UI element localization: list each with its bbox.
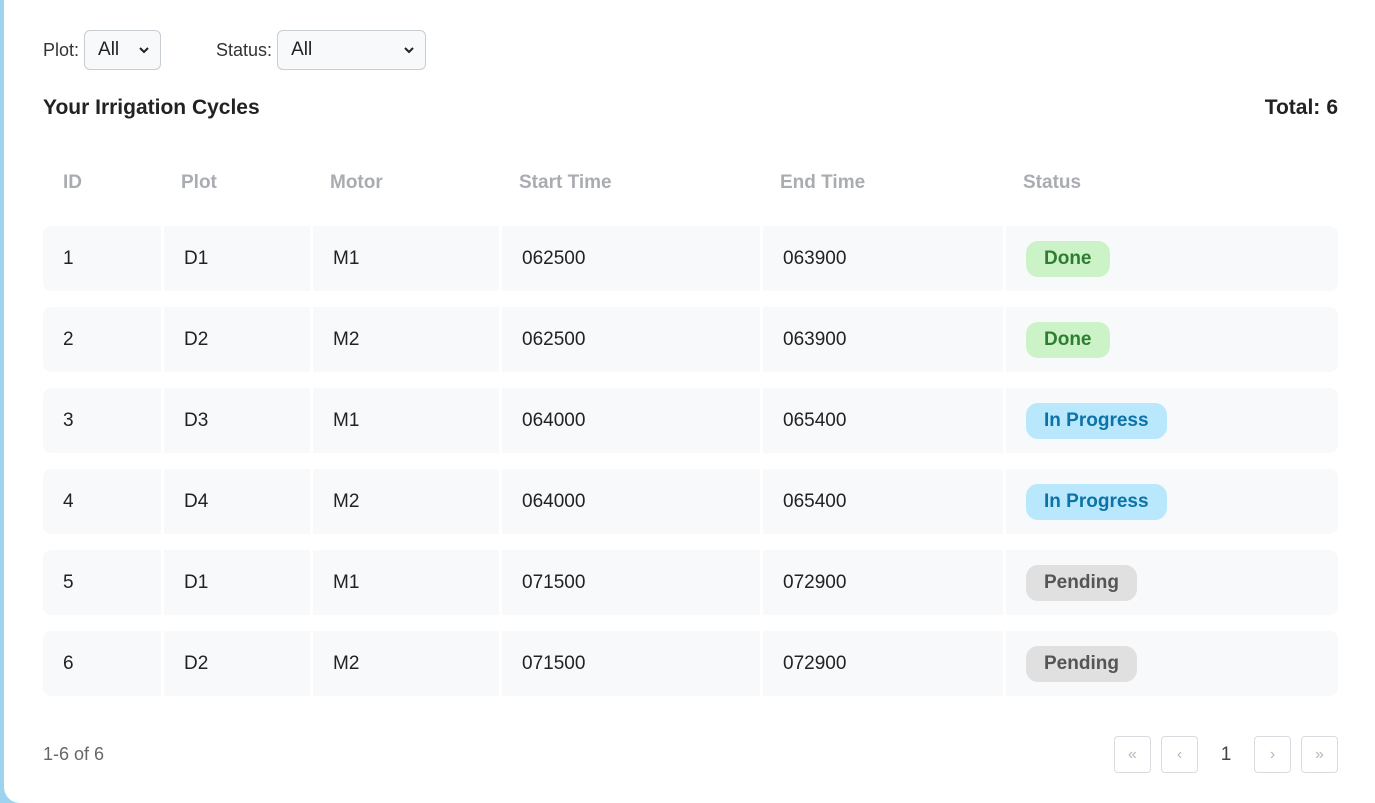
- chevron-down-icon: [404, 47, 414, 54]
- plot-filter-select[interactable]: All: [84, 30, 162, 70]
- cell-motor: M2: [310, 631, 499, 696]
- cell-end-time: 065400: [760, 388, 1003, 453]
- header-motor[interactable]: Motor: [310, 172, 499, 194]
- cell-id: 6: [63, 652, 74, 674]
- total-value: 6: [1326, 96, 1338, 119]
- status-filter-value: All: [291, 39, 313, 60]
- first-page-button[interactable]: «: [1114, 736, 1151, 773]
- table-body: 1 D1 M1 062500 063900 Done 2 D2 M2 062500 063900 Do…: [43, 226, 1338, 696]
- cell-status: In Progress: [1003, 469, 1338, 534]
- status-badge: In Progress: [1026, 402, 1167, 439]
- status-badge: Pending: [1026, 564, 1137, 601]
- cell-end-time: 065400: [760, 469, 1003, 534]
- cell-end-time: 063900: [760, 307, 1003, 372]
- header-plot[interactable]: Plot: [161, 172, 310, 194]
- plot-filter-value: All: [98, 39, 120, 60]
- cell-end-time: 072900: [760, 631, 1003, 696]
- table-row[interactable]: 1 D1 M1 062500 063900 Done: [43, 226, 1338, 291]
- last-page-button[interactable]: »: [1301, 736, 1338, 773]
- page-title: Your Irrigation Cycles: [43, 96, 260, 119]
- chevron-down-icon: [139, 47, 149, 54]
- cell-end-time: 063900: [760, 226, 1003, 291]
- cell-plot: D1: [161, 550, 310, 615]
- table-row[interactable]: 3 D3 M1 064000 065400 In Progress: [43, 388, 1338, 453]
- status-filter-select[interactable]: All: [277, 30, 427, 70]
- irrigation-panel: Plot: All Status: All Your Irrigation Cy…: [4, 0, 1375, 803]
- cell-plot: D1: [161, 226, 310, 291]
- cell-plot: D2: [161, 307, 310, 372]
- total-count: Total: 6: [1265, 96, 1338, 120]
- table-row[interactable]: 5 D1 M1 071500 072900 Pending: [43, 550, 1338, 615]
- next-page-button[interactable]: ›: [1254, 736, 1291, 773]
- cell-start-time: 062500: [499, 307, 760, 372]
- cell-id: 1: [63, 247, 74, 269]
- header-status[interactable]: Status: [1003, 172, 1338, 194]
- table-header: ID Plot Motor Start Time End Time Status: [43, 160, 1338, 206]
- cell-status: Pending: [1003, 631, 1338, 696]
- cell-status: Done: [1003, 226, 1338, 291]
- cell-start-time: 064000: [499, 469, 760, 534]
- cell-motor: M1: [310, 388, 499, 453]
- header-end-time[interactable]: End Time: [760, 172, 1003, 194]
- prev-page-button[interactable]: ‹: [1161, 736, 1198, 773]
- table-row[interactable]: 6 D2 M2 071500 072900 Pending: [43, 631, 1338, 696]
- status-badge: In Progress: [1026, 483, 1167, 520]
- cell-plot: D3: [161, 388, 310, 453]
- cell-status: Pending: [1003, 550, 1338, 615]
- cell-motor: M1: [310, 550, 499, 615]
- filter-bar: Plot: All Status: All: [43, 30, 427, 70]
- status-badge: Pending: [1026, 645, 1137, 682]
- cell-plot: D2: [161, 631, 310, 696]
- cell-plot: D4: [161, 469, 310, 534]
- table-row[interactable]: 2 D2 M2 062500 063900 Done: [43, 307, 1338, 372]
- irrigation-table: ID Plot Motor Start Time End Time Status…: [43, 160, 1338, 712]
- cell-start-time: 071500: [499, 631, 760, 696]
- current-page[interactable]: 1: [1208, 744, 1244, 766]
- cell-motor: M1: [310, 226, 499, 291]
- status-filter-label: Status:: [216, 39, 273, 60]
- status-badge: Done: [1026, 321, 1110, 358]
- cell-id: 3: [63, 409, 74, 431]
- cell-id: 4: [63, 490, 74, 512]
- cell-start-time: 064000: [499, 388, 760, 453]
- cell-motor: M2: [310, 469, 499, 534]
- plot-filter-label: Plot:: [43, 39, 80, 60]
- header-start-time[interactable]: Start Time: [499, 172, 760, 194]
- cell-start-time: 062500: [499, 226, 760, 291]
- cell-start-time: 071500: [499, 550, 760, 615]
- header-id[interactable]: ID: [43, 172, 161, 194]
- cell-status: Done: [1003, 307, 1338, 372]
- cell-motor: M2: [310, 307, 499, 372]
- status-badge: Done: [1026, 240, 1110, 277]
- cell-id: 2: [63, 328, 74, 350]
- pagination: « ‹ 1 › »: [1114, 736, 1338, 773]
- cell-status: In Progress: [1003, 388, 1338, 453]
- cell-end-time: 072900: [760, 550, 1003, 615]
- cell-id: 5: [63, 571, 74, 593]
- total-label: Total:: [1264, 96, 1321, 119]
- pagination-summary: 1-6 of 6: [43, 744, 105, 764]
- table-row[interactable]: 4 D4 M2 064000 065400 In Progress: [43, 469, 1338, 534]
